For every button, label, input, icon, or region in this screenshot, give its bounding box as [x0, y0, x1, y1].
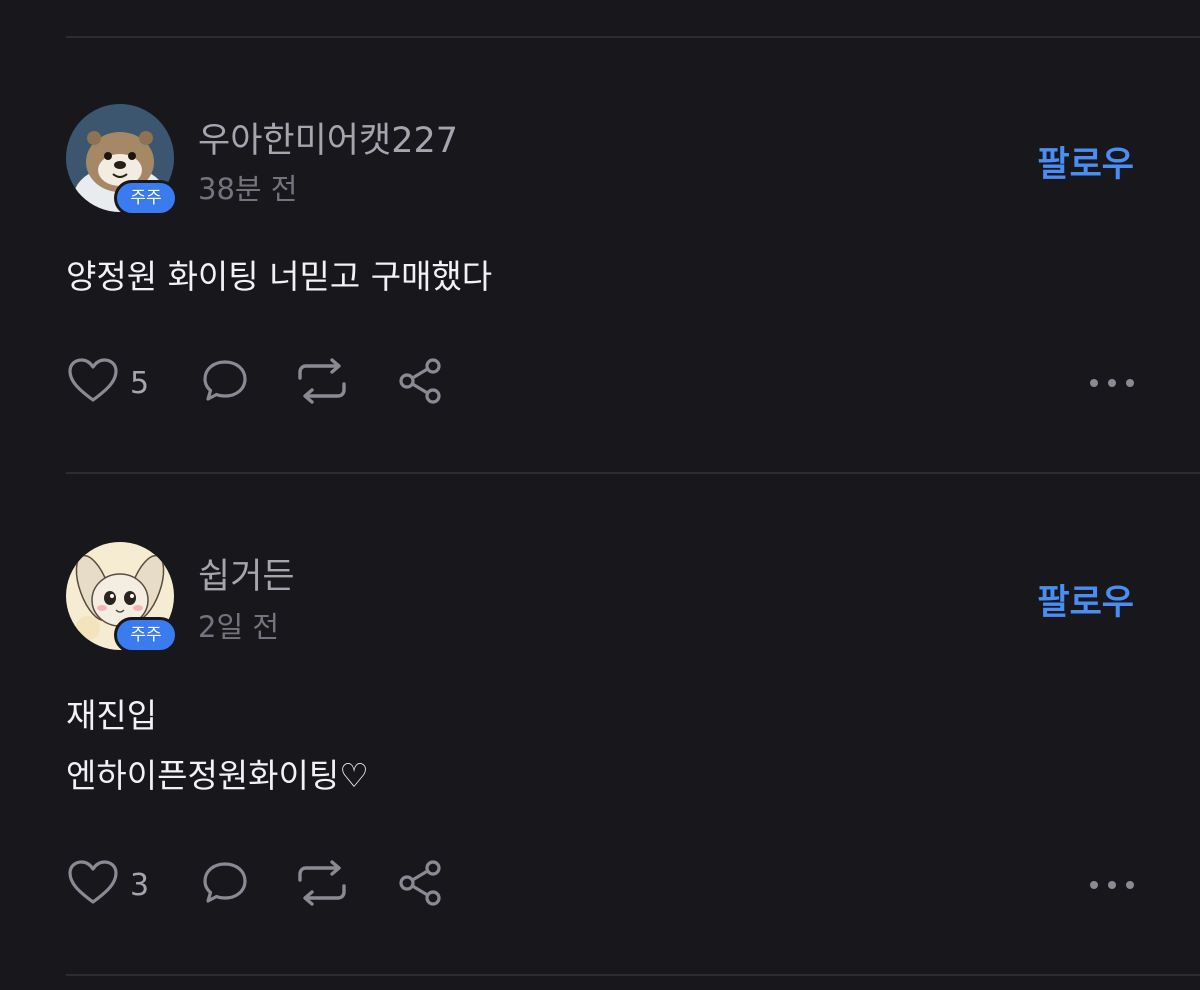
- post-divider: [66, 472, 1200, 474]
- reply-button[interactable]: [200, 358, 250, 408]
- dot: [1108, 881, 1116, 889]
- repost-button[interactable]: [294, 860, 350, 910]
- share-icon: [396, 356, 446, 410]
- comment-text: 양정원 화이팅 너믿고 구매했다: [66, 247, 492, 307]
- comment-text: 재진입 엔하이픈정원화이팅♡: [66, 686, 369, 806]
- follow-button[interactable]: 팔로우: [1037, 136, 1134, 187]
- share-icon: [396, 858, 446, 912]
- timestamp: 2일 전: [198, 610, 280, 644]
- follow-button[interactable]: 팔로우: [1037, 574, 1134, 625]
- reply-button[interactable]: [200, 860, 250, 910]
- like-count: 3: [130, 867, 150, 903]
- more-options-icon[interactable]: [1090, 860, 1134, 910]
- username[interactable]: 우아한미어캣227: [198, 112, 458, 163]
- heart-icon: [66, 858, 120, 912]
- share-button[interactable]: [396, 860, 446, 910]
- heart-icon: [66, 356, 120, 410]
- dot: [1126, 881, 1134, 889]
- comment-bubble-icon: [200, 858, 250, 912]
- username[interactable]: 쉽거든: [198, 548, 295, 599]
- comment-line: 양정원 화이팅 너믿고 구매했다: [66, 257, 493, 296]
- dot: [1090, 881, 1098, 889]
- comment-line: 엔하이픈정원화이팅♡: [66, 756, 369, 795]
- like-count: 5: [130, 365, 150, 401]
- comment-bubble-icon: [200, 356, 250, 410]
- like-button[interactable]: 3: [66, 860, 149, 910]
- dot: [1126, 379, 1134, 387]
- repost-icon: [294, 356, 350, 410]
- repost-icon: [294, 858, 350, 912]
- action-bar: 5: [66, 358, 1134, 408]
- comment-line: 재진입: [66, 696, 158, 735]
- share-button[interactable]: [396, 358, 446, 408]
- shareholder-badge: 주주: [114, 180, 178, 216]
- dot: [1108, 379, 1116, 387]
- more-options-icon[interactable]: [1090, 358, 1134, 408]
- dot: [1090, 379, 1098, 387]
- action-bar: 3: [66, 860, 1134, 910]
- shareholder-badge: 주주: [114, 617, 178, 653]
- repost-button[interactable]: [294, 358, 350, 408]
- like-button[interactable]: 5: [66, 358, 149, 408]
- top-divider: [66, 36, 1200, 38]
- bottom-divider: [66, 974, 1200, 976]
- timestamp: 38분 전: [198, 172, 298, 206]
